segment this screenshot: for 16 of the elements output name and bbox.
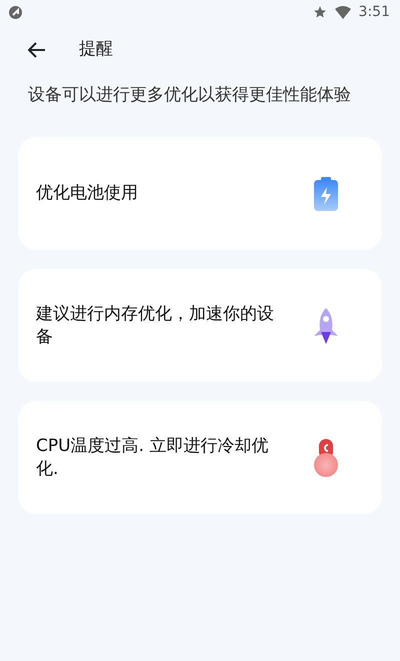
subtitle: 设备可以进行更多优化以获得更佳性能体验 [27, 84, 352, 107]
page-title: 提醒 [79, 38, 113, 62]
card-text: 优化电池使用 [36, 182, 139, 205]
back-icon[interactable] [28, 42, 46, 58]
star-icon [312, 5, 327, 19]
card-text: CPU温度过高. 立即进行冷却优化. [36, 435, 270, 480]
battery-icon [314, 176, 338, 210]
status-time: 3:51 [358, 2, 390, 22]
rocket-icon [312, 308, 340, 344]
suggestion-card[interactable]: 优化电池使用 [18, 137, 382, 250]
suggestion-card[interactable]: CPU温度过高. 立即进行冷却优化. [18, 401, 382, 514]
suggestion-card[interactable]: 建议进行内存优化，加速你的设备 [18, 269, 382, 382]
app-icon [9, 6, 22, 18]
wifi-icon [334, 6, 351, 18]
card-text: 建议进行内存优化，加速你的设备 [36, 303, 275, 348]
thermometer-icon [313, 438, 339, 476]
